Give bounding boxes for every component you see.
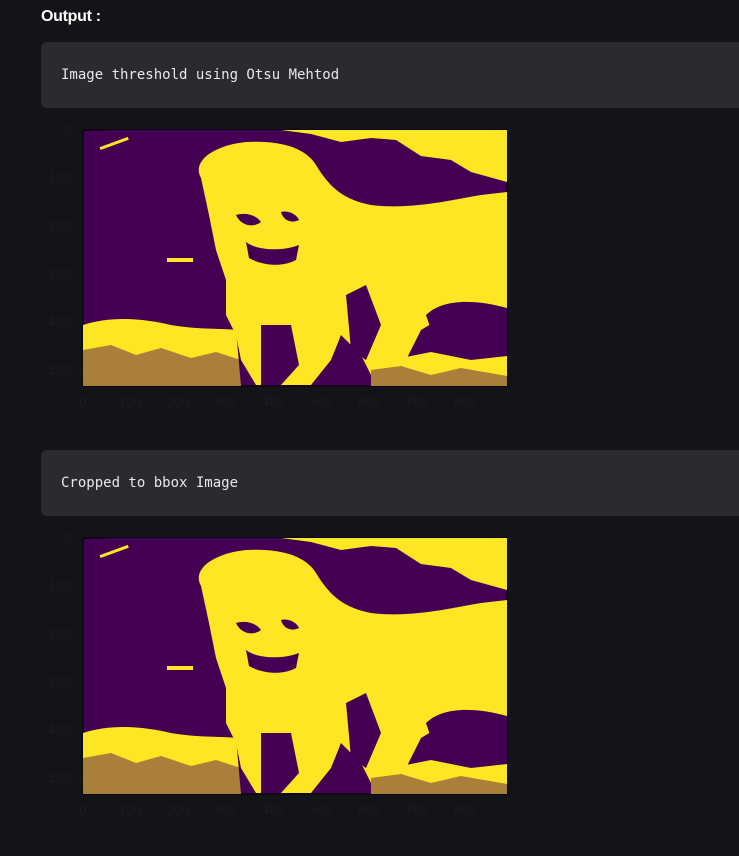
threshold-image-plot: 0 100 200 300 400 500 0 100 200 300 400 … (41, 120, 511, 415)
x-tick-600: 600 (358, 395, 381, 409)
x-tick-200: 200 (167, 803, 190, 817)
x-tick-0: 0 (79, 395, 87, 409)
y-axis: 0 100 200 300 400 500 (48, 123, 83, 377)
x-tick-100: 100 (119, 803, 142, 817)
cropped-image-svg: 0 100 200 300 400 500 0 100 200 300 400 … (48, 531, 508, 817)
x-tick-800: 800 (454, 803, 477, 817)
x-tick-200: 200 (167, 395, 190, 409)
x-axis: 0 100 200 300 400 500 600 700 800 (79, 803, 476, 817)
y-tick-100: 100 (48, 579, 71, 593)
output-text-2: Cropped to bbox Image (61, 475, 239, 491)
x-axis: 0 100 200 300 400 500 600 700 800 (79, 395, 476, 409)
threshold-image-svg: 0 100 200 300 400 500 0 100 200 300 400 … (48, 123, 508, 409)
y-tick-300: 300 (48, 267, 71, 281)
x-tick-600: 600 (358, 803, 381, 817)
x-tick-300: 300 (214, 395, 237, 409)
cropped-image-plot: 0 100 200 300 400 500 0 100 200 300 400 … (41, 528, 511, 823)
y-tick-0: 0 (63, 531, 71, 545)
speckle-1 (167, 666, 193, 670)
x-tick-500: 500 (310, 395, 333, 409)
x-tick-700: 700 (406, 395, 429, 409)
y-tick-400: 400 (48, 315, 71, 329)
x-tick-0: 0 (79, 803, 87, 817)
x-tick-400: 400 (262, 395, 285, 409)
x-tick-800: 800 (454, 395, 477, 409)
y-axis: 0 100 200 300 400 500 (48, 531, 83, 785)
x-tick-500: 500 (310, 803, 333, 817)
output-text-1: Image threshold using Otsu Mehtod (61, 67, 340, 83)
speckle-1 (167, 258, 193, 262)
cropped-image (82, 537, 508, 795)
y-tick-500: 500 (48, 771, 71, 785)
y-tick-100: 100 (48, 171, 71, 185)
x-tick-400: 400 (262, 803, 285, 817)
y-tick-400: 400 (48, 723, 71, 737)
x-tick-700: 700 (406, 803, 429, 817)
x-tick-300: 300 (214, 803, 237, 817)
y-tick-200: 200 (48, 219, 71, 233)
x-tick-100: 100 (119, 395, 142, 409)
y-tick-300: 300 (48, 675, 71, 689)
threshold-image (82, 129, 508, 387)
output-text-block-1: Image threshold using Otsu Mehtod (41, 42, 739, 108)
y-tick-500: 500 (48, 363, 71, 377)
output-text-block-2: Cropped to bbox Image (41, 450, 739, 516)
output-heading: Output : (41, 8, 101, 25)
y-tick-0: 0 (63, 123, 71, 137)
y-tick-200: 200 (48, 627, 71, 641)
